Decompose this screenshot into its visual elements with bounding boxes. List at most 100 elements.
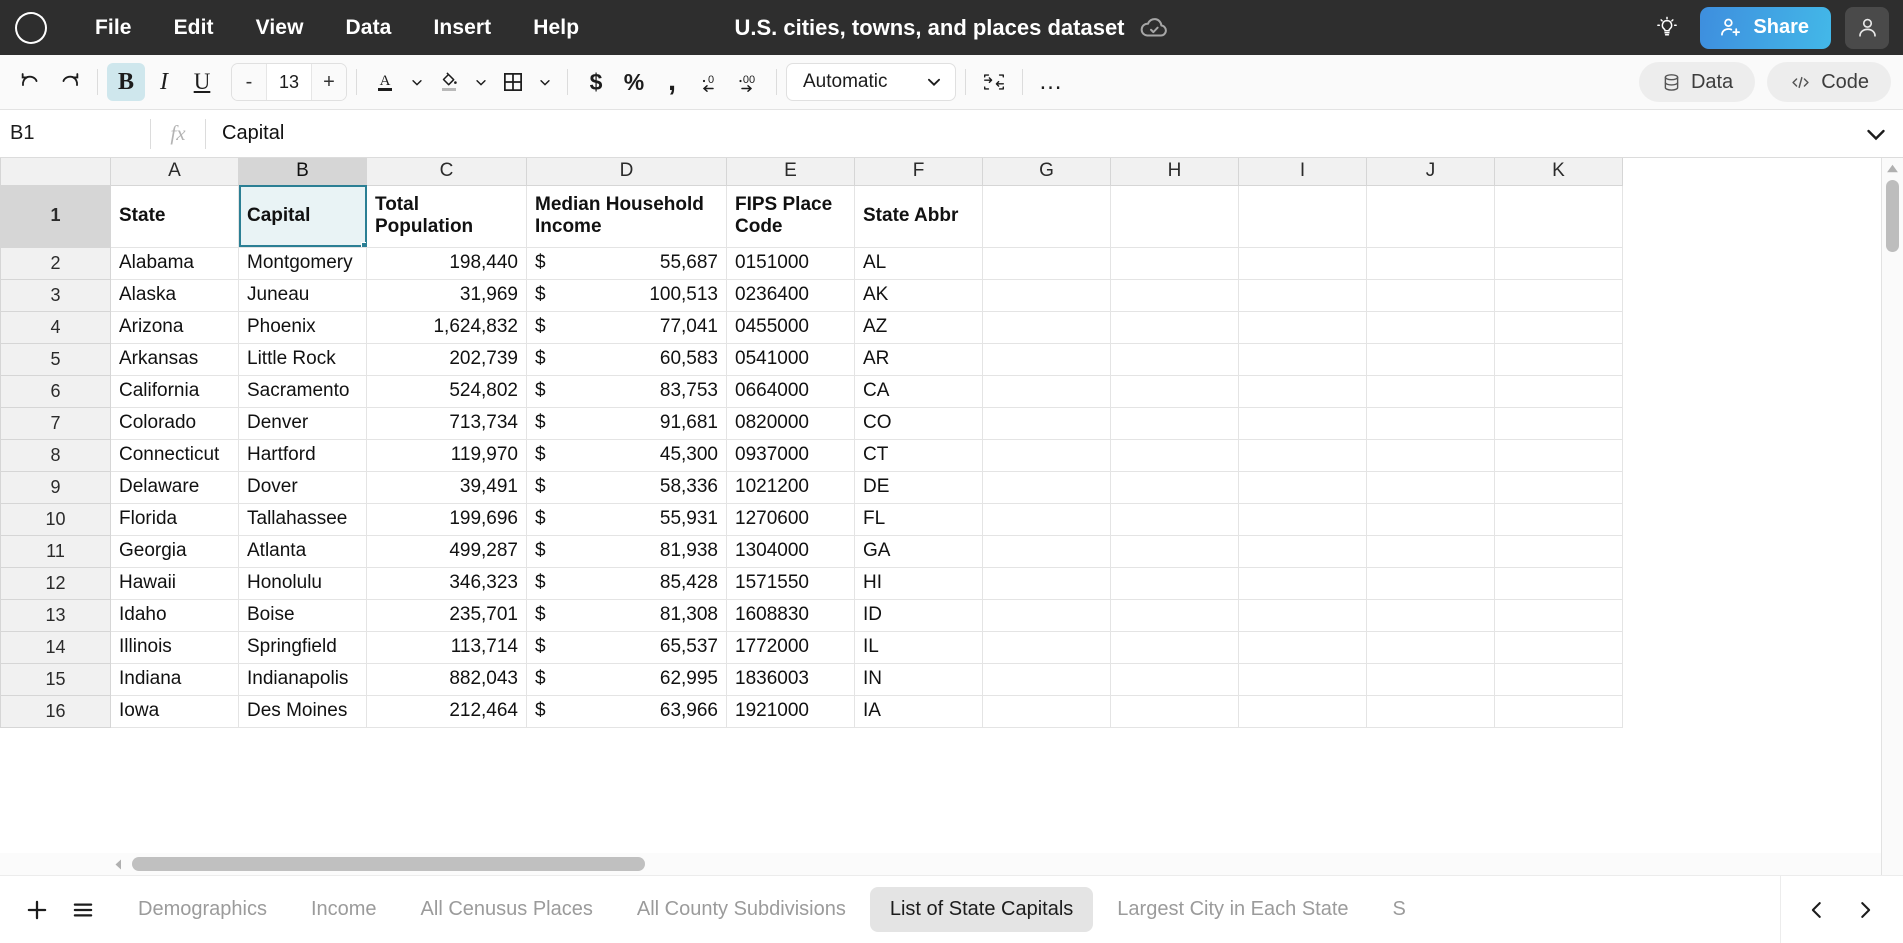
scroll-up-button[interactable] [1886, 158, 1899, 178]
font-size-increase-button[interactable]: + [312, 64, 346, 100]
cell-A13[interactable]: Idaho [111, 599, 239, 631]
cell-C13[interactable]: 235,701 [367, 599, 527, 631]
cell-B7[interactable]: Denver [239, 407, 367, 439]
cell-K4[interactable] [1495, 311, 1623, 343]
cell-F11[interactable]: GA [855, 535, 983, 567]
cell-K11[interactable] [1495, 535, 1623, 567]
menu-item-edit[interactable]: Edit [153, 10, 235, 46]
cell-A16[interactable]: Iowa [111, 695, 239, 727]
lightbulb-button[interactable] [1648, 9, 1686, 47]
cell-F14[interactable]: IL [855, 631, 983, 663]
cell-D11[interactable]: 81,938 [527, 535, 727, 567]
cell-F3[interactable]: AK [855, 279, 983, 311]
cell-A10[interactable]: Florida [111, 503, 239, 535]
text-color-button[interactable]: A [366, 63, 404, 101]
cell-B5[interactable]: Little Rock [239, 343, 367, 375]
data-panel-button[interactable]: Data [1639, 62, 1755, 102]
cell-D12[interactable]: 85,428 [527, 567, 727, 599]
cell-C4[interactable]: 1,624,832 [367, 311, 527, 343]
font-size-input[interactable] [266, 64, 312, 100]
account-button[interactable] [1845, 7, 1889, 49]
cell-G5[interactable] [983, 343, 1111, 375]
cell-K7[interactable] [1495, 407, 1623, 439]
cell-J10[interactable] [1367, 503, 1495, 535]
cell-K10[interactable] [1495, 503, 1623, 535]
cell-J1[interactable] [1367, 185, 1495, 247]
cell-A11[interactable]: Georgia [111, 535, 239, 567]
cell-C16[interactable]: 212,464 [367, 695, 527, 727]
cell-E1[interactable]: FIPS Place Code [727, 185, 855, 247]
cell-G16[interactable] [983, 695, 1111, 727]
cell-F9[interactable]: DE [855, 471, 983, 503]
select-all-corner[interactable] [1, 158, 111, 185]
cell-E7[interactable]: 0820000 [727, 407, 855, 439]
cell-J15[interactable] [1367, 663, 1495, 695]
font-size-decrease-button[interactable]: - [232, 64, 266, 100]
cell-H7[interactable] [1111, 407, 1239, 439]
code-panel-button[interactable]: Code [1767, 62, 1891, 102]
sheet-tab-4[interactable]: List of State Capitals [870, 887, 1093, 932]
cell-F1[interactable]: State Abbr [855, 185, 983, 247]
cell-B10[interactable]: Tallahassee [239, 503, 367, 535]
fill-color-button[interactable] [430, 63, 468, 101]
cell-I8[interactable] [1239, 439, 1367, 471]
cell-I7[interactable] [1239, 407, 1367, 439]
cell-B14[interactable]: Springfield [239, 631, 367, 663]
cell-K8[interactable] [1495, 439, 1623, 471]
cell-E3[interactable]: 0236400 [727, 279, 855, 311]
column-header-E[interactable]: E [727, 158, 855, 185]
cell-F2[interactable]: AL [855, 247, 983, 279]
cell-E12[interactable]: 1571550 [727, 567, 855, 599]
row-header-4[interactable]: 4 [1, 311, 111, 343]
cell-D15[interactable]: 62,995 [527, 663, 727, 695]
wrap-text-button[interactable] [975, 63, 1013, 101]
percent-format-button[interactable]: % [615, 63, 653, 101]
cell-B2[interactable]: Montgomery [239, 247, 367, 279]
text-color-dropdown-button[interactable] [404, 63, 430, 101]
cell-G1[interactable] [983, 185, 1111, 247]
menu-item-view[interactable]: View [235, 10, 325, 46]
menu-item-help[interactable]: Help [512, 10, 600, 46]
sheet-tab-5[interactable]: Largest City in Each State [1097, 887, 1368, 932]
menu-item-insert[interactable]: Insert [412, 10, 512, 46]
row-header-2[interactable]: 2 [1, 247, 111, 279]
vertical-scrollbar-thumb[interactable] [1886, 180, 1899, 252]
cell-J3[interactable] [1367, 279, 1495, 311]
cell-H11[interactable] [1111, 535, 1239, 567]
cell-G6[interactable] [983, 375, 1111, 407]
italic-button[interactable]: I [145, 63, 183, 101]
cell-H10[interactable] [1111, 503, 1239, 535]
row-header-14[interactable]: 14 [1, 631, 111, 663]
row-header-7[interactable]: 7 [1, 407, 111, 439]
more-options-button[interactable]: … [1032, 63, 1070, 101]
column-header-A[interactable]: A [111, 158, 239, 185]
row-header-6[interactable]: 6 [1, 375, 111, 407]
cell-C8[interactable]: 119,970 [367, 439, 527, 471]
cell-H8[interactable] [1111, 439, 1239, 471]
cell-J5[interactable] [1367, 343, 1495, 375]
sheet-tab-2[interactable]: All Cenusus Places [401, 887, 613, 932]
cell-A15[interactable]: Indiana [111, 663, 239, 695]
sheet-tab-0[interactable]: Demographics [118, 887, 287, 932]
cell-E9[interactable]: 1021200 [727, 471, 855, 503]
row-header-12[interactable]: 12 [1, 567, 111, 599]
spreadsheet-grid[interactable]: ABCDEFGHIJK 1StateCapitalTotal Populatio… [0, 158, 1903, 875]
cell-G11[interactable] [983, 535, 1111, 567]
menu-item-file[interactable]: File [74, 10, 153, 46]
cell-J12[interactable] [1367, 567, 1495, 599]
fill-color-dropdown-button[interactable] [468, 63, 494, 101]
cell-D16[interactable]: 63,966 [527, 695, 727, 727]
cell-I11[interactable] [1239, 535, 1367, 567]
decrease-decimal-button[interactable]: 0 [691, 63, 729, 101]
column-header-K[interactable]: K [1495, 158, 1623, 185]
cell-I13[interactable] [1239, 599, 1367, 631]
borders-button[interactable] [494, 63, 532, 101]
cell-F4[interactable]: AZ [855, 311, 983, 343]
cell-C9[interactable]: 39,491 [367, 471, 527, 503]
cell-E5[interactable]: 0541000 [727, 343, 855, 375]
cell-D9[interactable]: 58,336 [527, 471, 727, 503]
cell-A4[interactable]: Arizona [111, 311, 239, 343]
cell-D7[interactable]: 91,681 [527, 407, 727, 439]
cell-B13[interactable]: Boise [239, 599, 367, 631]
cell-K1[interactable] [1495, 185, 1623, 247]
